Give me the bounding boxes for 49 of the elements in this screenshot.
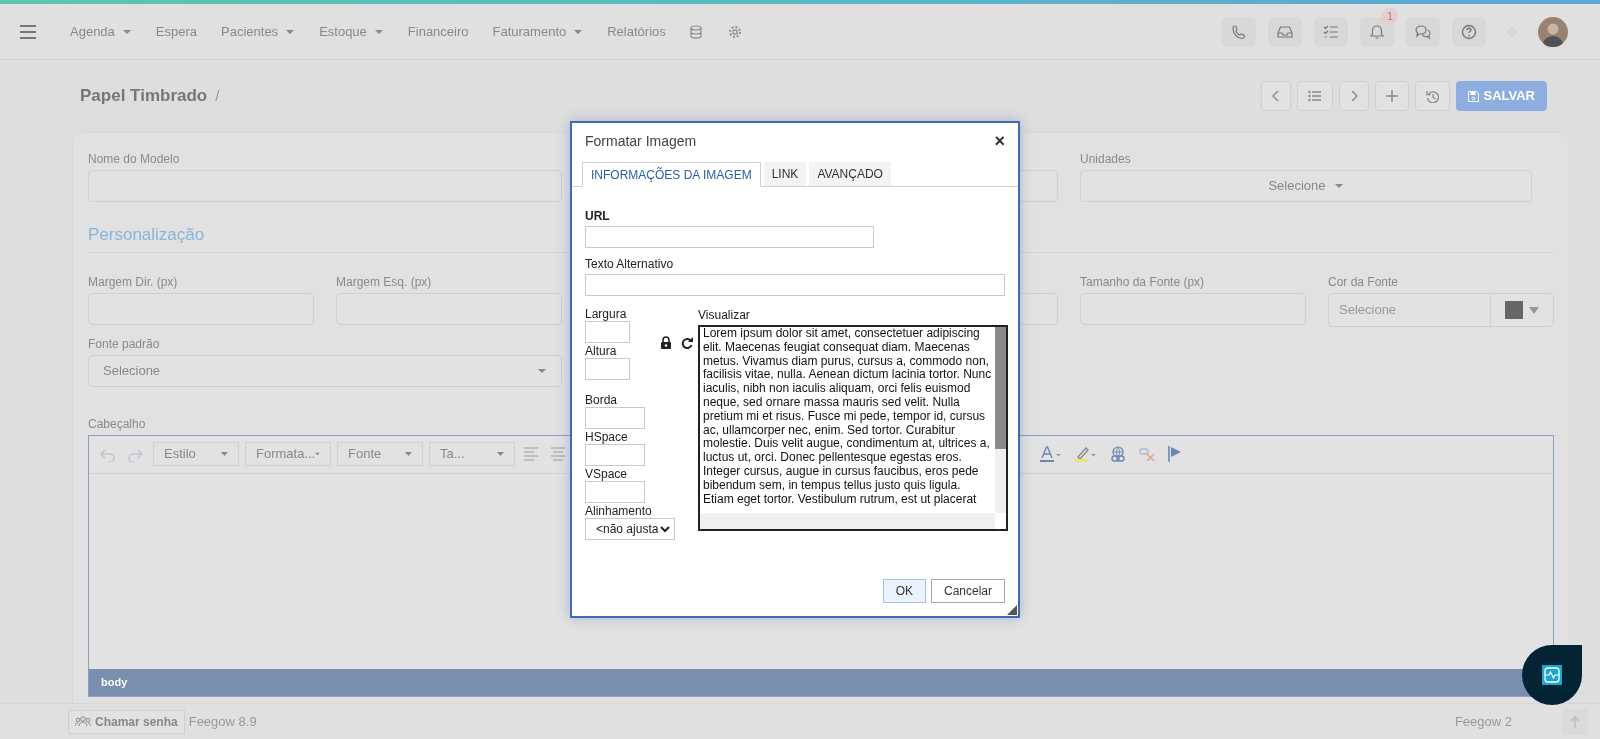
toolbar-dropdown[interactable]: Fonte <box>337 442 423 466</box>
field-label: Margem Esq. (px) <box>336 273 433 287</box>
close-button[interactable]: × <box>994 132 1005 150</box>
units-select[interactable]: Selecione <box>1080 170 1532 202</box>
field-label: URL <box>585 209 610 223</box>
nav-menu-item[interactable]: Pacientes <box>221 21 296 42</box>
breadcrumb-separator: / <box>215 85 220 106</box>
footer-label: Feegow 2 <box>1454 712 1512 731</box>
version-label: Feegow 8.9 <box>188 712 257 731</box>
dialog-tab[interactable]: AVANÇADO <box>809 162 891 186</box>
call-queue-button[interactable]: Chamar senha <box>68 709 185 734</box>
dialog-title: Formatar Imagem <box>585 131 697 151</box>
color-select[interactable]: Selecione <box>1328 292 1554 327</box>
field-label: Nome do Modelo <box>88 151 181 164</box>
nav-menu-item[interactable]: Estoque <box>319 21 384 42</box>
field-label: Unidades <box>1080 151 1132 164</box>
field-label: Margem Dir. (px) <box>88 273 179 287</box>
element-path: body <box>101 674 128 690</box>
field-label: Largura <box>585 307 627 321</box>
field-label: Fonte padrão <box>88 335 161 349</box>
notification-badge: 1 <box>1382 7 1398 24</box>
field-label: VSpace <box>585 467 628 481</box>
section-title: Personalização <box>88 224 205 246</box>
preview-text: Lorem ipsum dolor sit amet, consectetuer adipiscing elit. Maecenas feugiat consequat diam. Maecenas metus. Vivamus diam purus, cursus a, commodo non, facilisis vitae, nulla. Aenean dictum lacinia tortor. Nunc iaculis, nibh non iaculis aliquam, orci felis euismod neque, sed ornare massa mauris sed velit. Nulla pretium mi et risus. Fusce mi pede, tempor id, cursus ac, ullamcorper nec, enim. Sed tortor. Curabitur molestie. Duis velit augue, condimentum at, ultrices a, luctus ut, orci. Donec pellentesque egestas eros. Integer cursus, augue in cursus faucibus, eros pede bibendum sem, in tempus tellus justo quis ligula. Etiam eget tortor. Vestibulum rutrum, est ut placerat <box>702 327 993 508</box>
field-label: Texto Alternativo <box>585 257 674 271</box>
ok-button[interactable]: OK <box>882 579 926 603</box>
nav-menu-item[interactable]: Agenda <box>70 21 132 42</box>
dialog-tab[interactable]: INFORMAÇÕES DA IMAGEM <box>582 162 761 187</box>
field-label: Altura <box>585 344 617 358</box>
field-label: Cor da Fonte <box>1328 273 1400 287</box>
alignment-select[interactable]: <não ajusta <box>585 518 675 540</box>
font-select[interactable]: Selecione <box>88 354 562 387</box>
nav-menu-item[interactable]: Financeiro <box>407 21 469 42</box>
field-label: Borda <box>585 393 618 407</box>
nav-menu-item[interactable]: Espera <box>155 21 198 42</box>
toolbar-dropdown[interactable]: Ta... <box>429 442 515 466</box>
toolbar-dropdown[interactable]: Formata... <box>245 442 331 466</box>
toolbar-dropdown[interactable]: Estilo <box>153 442 239 466</box>
dialog-tab[interactable]: LINK <box>763 162 807 186</box>
field-label: Alinhamento <box>585 504 652 518</box>
field-label: HSpace <box>585 430 628 444</box>
cancel-button[interactable]: Cancelar <box>930 579 1005 603</box>
field-label: Cabeçalho <box>88 415 146 429</box>
nav-menu-item[interactable]: Faturamento <box>492 21 584 42</box>
field-label: Tamanho da Fonte (px) <box>1080 273 1206 287</box>
page-title: Papel Timbrado <box>80 85 208 108</box>
nav-menu-item[interactable]: Relatórios <box>607 21 666 42</box>
save-button[interactable]: SALVAR <box>1456 81 1547 111</box>
field-label: Visualizar <box>698 308 750 322</box>
